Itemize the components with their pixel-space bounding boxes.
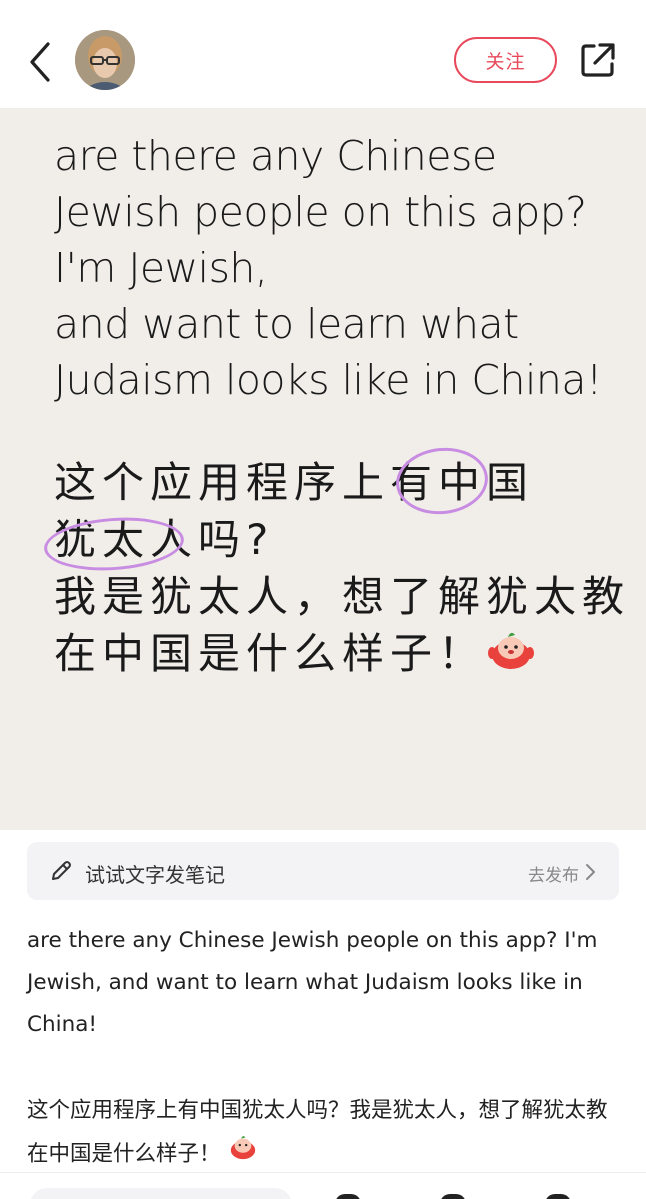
post-description-en: are there any Chinese Jewish people on t… xyxy=(27,928,598,1037)
card-chinese-text: 这个应用程序上有中国 犹太人吗? 我是犹太人，想了解犹太教 在中国是什么样子！ xyxy=(54,454,630,687)
card-zh-line3: 我是犹太人，想了解犹太教 xyxy=(54,572,631,621)
follow-button[interactable]: 关注 xyxy=(454,37,557,83)
card-en-line: are there any Chinese xyxy=(54,132,497,180)
chevron-right-icon xyxy=(583,863,597,881)
chevron-left-icon xyxy=(30,42,50,82)
pencil-icon xyxy=(49,859,73,883)
back-button[interactable] xyxy=(22,38,62,86)
comment-input[interactable] xyxy=(30,1188,292,1199)
card-en-line: I'm Jewish, xyxy=(54,244,268,292)
card-en-line: Judaism looks like in China! xyxy=(54,356,602,404)
card-zh-line1a: 这个应用程序上有 xyxy=(54,458,439,507)
share-out-icon xyxy=(581,43,615,77)
red-mascot-emoji-icon xyxy=(486,627,536,687)
user-avatar-icon xyxy=(75,30,135,90)
note-image-card[interactable]: are there any Chinese Jewish people on t… xyxy=(0,108,646,830)
card-en-line: Jewish people on this app? xyxy=(54,188,587,236)
card-english-text: are there any Chinese Jewish people on t… xyxy=(54,128,602,408)
prompt-label: 试试文字发笔记 xyxy=(85,863,225,887)
post-description-zh-text: 这个应用程序上有中国犹太人吗？我是犹太人，想了解犹太教在中国是什么样子！ xyxy=(27,1098,608,1167)
text-note-prompt-bar[interactable]: 试试文字发笔记 去发布 xyxy=(27,842,619,900)
avatar[interactable] xyxy=(75,30,135,90)
share-button[interactable] xyxy=(578,40,618,80)
top-bar: 关注 xyxy=(0,0,646,108)
red-mascot-emoji-icon xyxy=(227,1132,259,1177)
card-zh-line2b: 吗? xyxy=(198,515,275,564)
publish-link[interactable]: 去发布 xyxy=(528,861,579,886)
post-description-zh: 这个应用程序上有中国犹太人吗？我是犹太人，想了解犹太教在中国是什么样子！ xyxy=(27,1090,627,1177)
card-en-line: and want to learn what xyxy=(54,300,519,348)
card-zh-line4: 在中国是什么样子！ xyxy=(54,629,487,678)
